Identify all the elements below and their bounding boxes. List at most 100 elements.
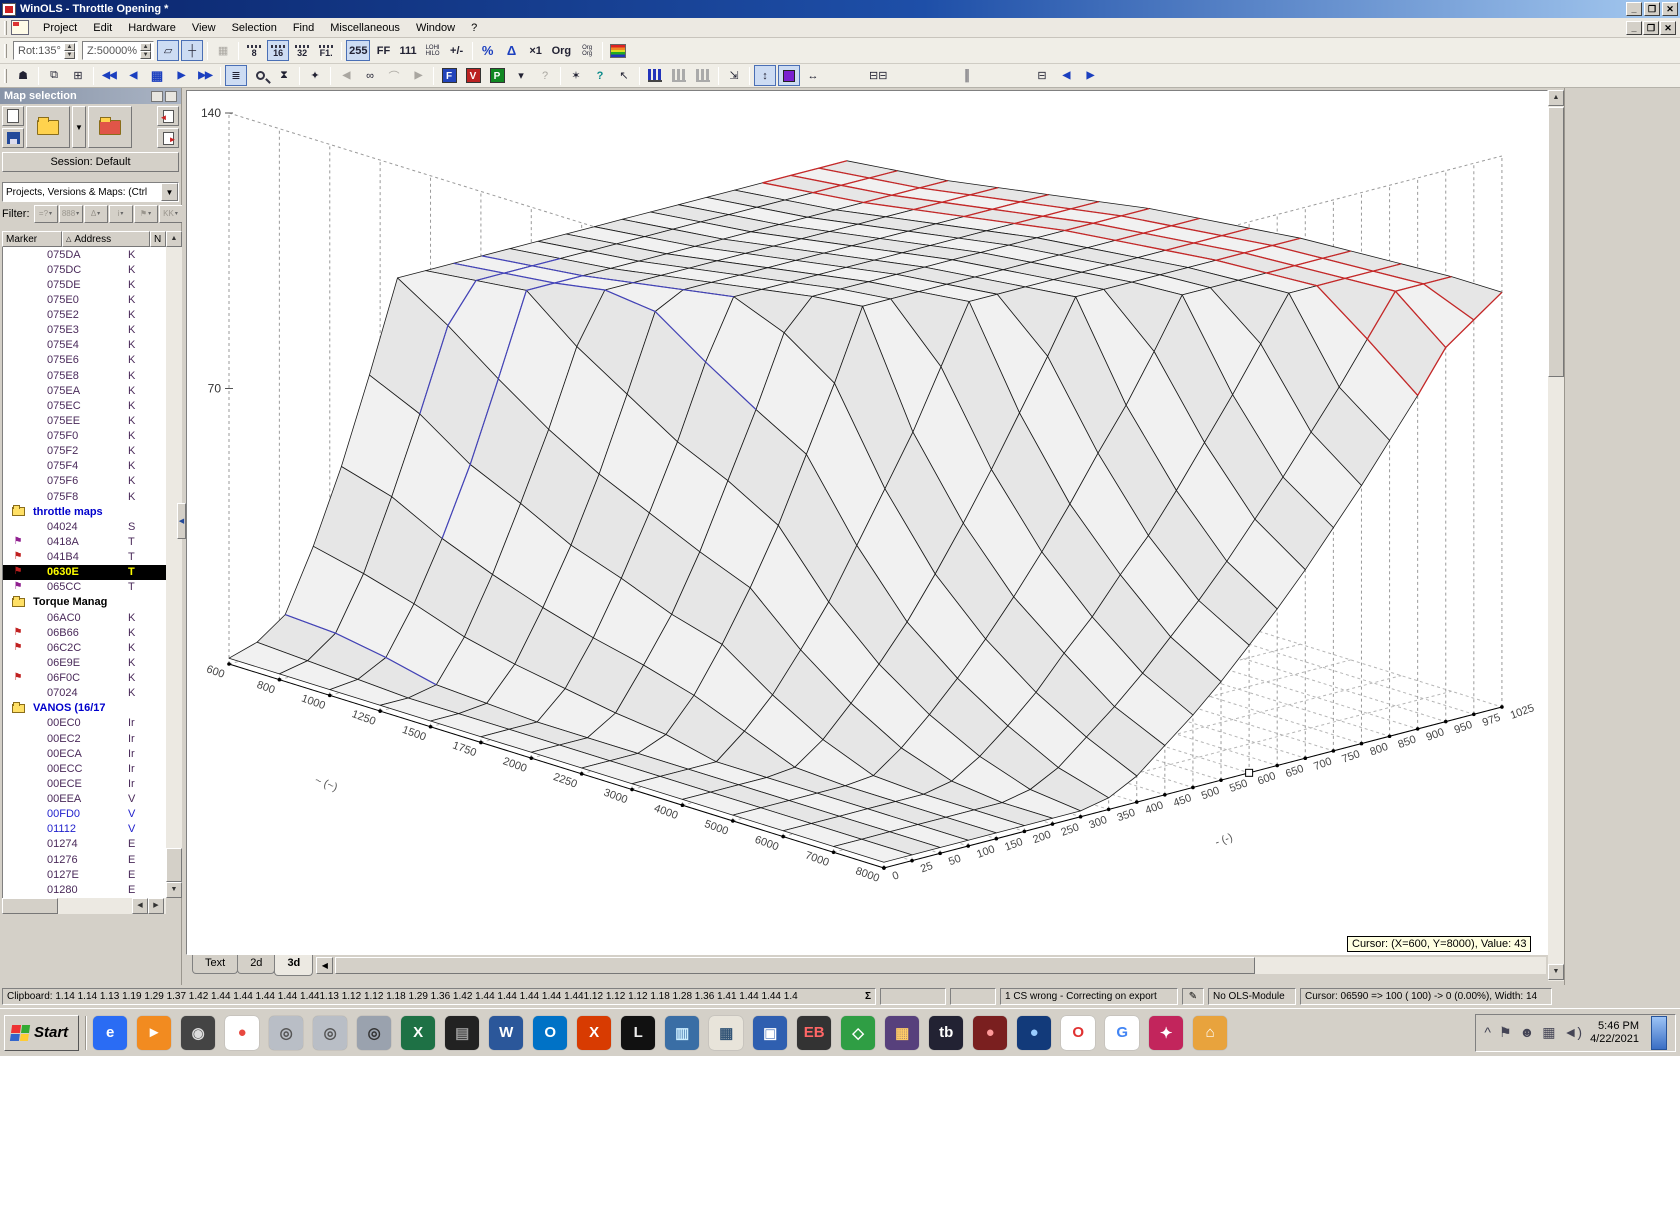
column-header-marker[interactable]: Marker [2, 231, 62, 247]
last-icon[interactable]: ▶▶ [194, 65, 216, 86]
3d-surface-plot[interactable]: 7014060080010001250150017502000225030004… [187, 91, 1548, 955]
taskbar-app-icon-0[interactable]: e [93, 1016, 127, 1050]
map-row[interactable]: 075E0K [3, 292, 166, 307]
taskbar-app-icon-6[interactable]: ◎ [357, 1016, 391, 1050]
mdi-minimize-button[interactable]: _ [1626, 21, 1642, 35]
map-row[interactable]: ⚑0418AT [3, 534, 166, 549]
scroll-right-arrow[interactable]: ▶ [148, 898, 164, 914]
restore-button[interactable]: ❐ [1644, 2, 1660, 16]
map-row[interactable]: 06AC0K [3, 610, 166, 625]
scrollbar-thumb[interactable] [2, 898, 58, 914]
map-folder-row[interactable]: Torque Manag [3, 595, 166, 610]
map-row[interactable]: 00EC2Ir [3, 731, 166, 746]
map-folder-row[interactable]: throttle maps [3, 504, 166, 519]
taskbar-app-icon-8[interactable]: ▤ [445, 1016, 479, 1050]
collapse-panel-handle[interactable]: ◀ [177, 503, 186, 539]
fill-box-icon[interactable] [778, 65, 800, 86]
plot-vertical-scrollbar[interactable]: ▲ ▼ [1548, 90, 1564, 981]
close-button[interactable]: ✕ [1662, 2, 1678, 16]
menu-[interactable]: ? [463, 20, 485, 36]
view-32-button[interactable]: 32 [291, 40, 313, 61]
map-row[interactable]: 075E8K [3, 368, 166, 383]
rotation-spinner[interactable]: Rot:135° ▲▼ [13, 41, 78, 60]
panel-close-button[interactable] [165, 91, 177, 102]
taskbar-app-icon-24[interactable]: ✦ [1149, 1016, 1183, 1050]
taskbar-app-icon-5[interactable]: ◎ [313, 1016, 347, 1050]
menu-window[interactable]: Window [408, 20, 463, 36]
binoculars-icon[interactable]: ∞ [359, 65, 381, 86]
chart-wizard-icon[interactable] [644, 65, 666, 86]
tray-icon-1[interactable]: ⚑ [1499, 1024, 1512, 1041]
view-255-button[interactable]: 255 [346, 40, 370, 61]
chart-icon[interactable] [668, 65, 690, 86]
nav-f-button[interactable]: F [438, 65, 460, 86]
arch-icon[interactable]: ⌒ [383, 65, 405, 86]
new-project-button[interactable] [2, 106, 24, 126]
column-header-address[interactable]: △Address [62, 231, 150, 247]
taskbar-app-icon-15[interactable]: ▣ [753, 1016, 787, 1050]
nav-v-button[interactable]: V [462, 65, 484, 86]
scroll-up-arrow[interactable]: ▲ [1548, 90, 1564, 106]
taskbar-app-icon-11[interactable]: X [577, 1016, 611, 1050]
mdi-restore-button[interactable]: ❐ [1643, 21, 1659, 35]
scrollbar-thumb[interactable] [1548, 107, 1564, 377]
scroll-left-arrow[interactable]: ◀ [132, 898, 148, 914]
filter-x-button[interactable]: Δ▾ [84, 205, 108, 223]
taskbar-app-icon-17[interactable]: ◇ [841, 1016, 875, 1050]
first-icon[interactable]: ◀◀ [98, 65, 120, 86]
prev-icon[interactable]: ◀ [335, 65, 357, 86]
scrollbar-thumb[interactable] [166, 848, 182, 882]
map-row[interactable]: 075ECK [3, 398, 166, 413]
tab-3d[interactable]: 3d [274, 955, 313, 976]
filter-KK-button[interactable]: KK▾ [159, 205, 183, 223]
map-row[interactable]: 04024S [3, 519, 166, 534]
open-project-button[interactable] [26, 106, 70, 148]
map-row[interactable]: 075E4K [3, 338, 166, 353]
view-8-button[interactable]: 8 [243, 40, 265, 61]
map-row[interactable]: 06E9EK [3, 655, 166, 670]
map-row[interactable]: ⚑06F0CK [3, 671, 166, 686]
filter-x-button[interactable]: ⚑▾ [134, 205, 158, 223]
minimize-button[interactable]: _ [1626, 2, 1642, 16]
view-mode-combobox[interactable]: Projects, Versions & Maps: (Ctrl ▼ [2, 182, 179, 202]
toolbar-grip[interactable] [4, 69, 7, 83]
scroll-down-arrow[interactable]: ▼ [1548, 964, 1564, 980]
map-row[interactable]: 00EEAV [3, 792, 166, 807]
view--button[interactable]: +/- [446, 40, 468, 61]
filter-888-button[interactable]: 888▾ [59, 205, 83, 223]
menu-edit[interactable]: Edit [85, 20, 120, 36]
view-111-button[interactable]: 111 [396, 40, 419, 61]
map-row[interactable]: ⚑06B66K [3, 625, 166, 640]
map-row[interactable]: 075F6K [3, 474, 166, 489]
tray-icon-4[interactable]: ◄) [1564, 1024, 1583, 1041]
map-row[interactable]: 00ECEIr [3, 776, 166, 791]
map-list-horizontal-scrollbar[interactable]: ◀ ▶ [2, 898, 166, 914]
taskbar-app-icon-3[interactable]: ● [225, 1016, 259, 1050]
view-org-button[interactable]: Org [549, 40, 575, 61]
row-height-icon[interactable]: ↕ [754, 65, 776, 86]
session-button[interactable]: Session: Default [2, 152, 179, 172]
map-row[interactable]: ⚑06C2CK [3, 640, 166, 655]
taskbar-app-icon-19[interactable]: tb [929, 1016, 963, 1050]
hourglass-list-icon[interactable]: ⧗ [273, 65, 295, 86]
map-row[interactable]: 075E3K [3, 323, 166, 338]
mdi-close-button[interactable]: ✕ [1660, 21, 1676, 35]
map-row[interactable]: 075DCK [3, 262, 166, 277]
taskbar-app-icon-14[interactable]: ▦ [709, 1016, 743, 1050]
map-row[interactable]: ⚑0630ET [3, 565, 166, 580]
dropdown-icon[interactable]: ▾ [510, 65, 532, 86]
taskbar-app-icon-21[interactable]: ● [1017, 1016, 1051, 1050]
menu-selection[interactable]: Selection [224, 20, 285, 36]
cursor-help-icon[interactable]: ↖ [613, 65, 635, 86]
ols-hat-icon[interactable]: ☗ [12, 65, 34, 86]
view-1-button[interactable]: ×1 [525, 40, 547, 61]
split-horizontal-icon[interactable]: ⊟⊟ [866, 65, 890, 86]
map-row[interactable]: 00ECAIr [3, 746, 166, 761]
map-row[interactable]: 075F0K [3, 429, 166, 444]
map-row[interactable]: 01276E [3, 852, 166, 867]
column-header-name[interactable]: N [150, 231, 166, 247]
plot-horizontal-scrollbar[interactable] [335, 957, 1546, 974]
export-sheet-icon[interactable]: ⇲ [723, 65, 745, 86]
pane-next-icon[interactable]: ▶ [1079, 65, 1101, 86]
save-button[interactable] [2, 128, 24, 148]
